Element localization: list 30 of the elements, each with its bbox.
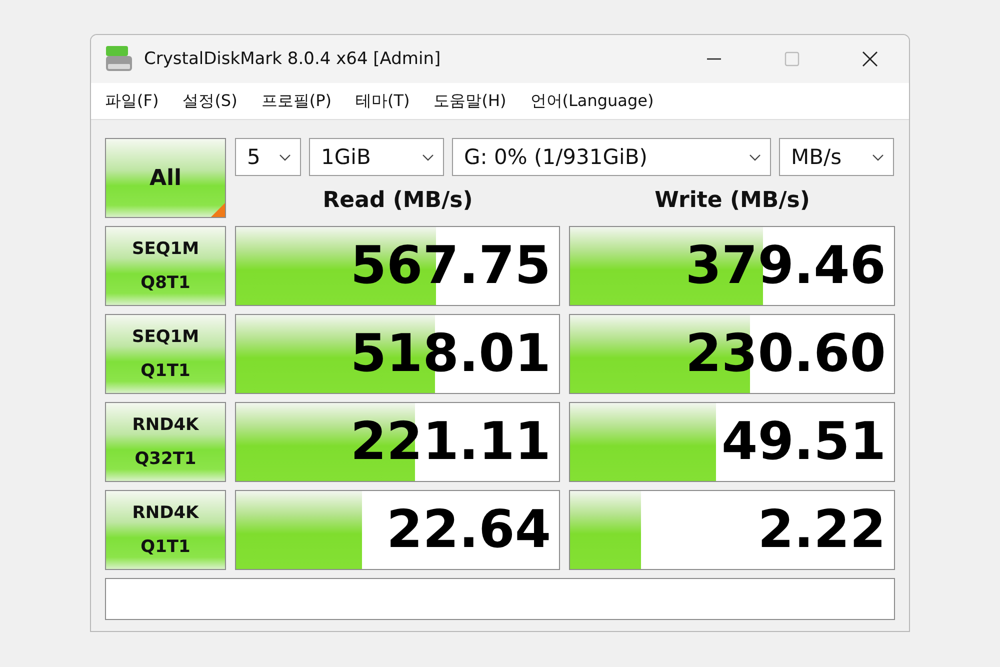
- test-button[interactable]: SEQ1M Q8T1: [105, 226, 226, 306]
- close-icon: [862, 51, 878, 67]
- disk-drive-icon: [104, 45, 134, 73]
- result-value: 22.64: [386, 500, 552, 560]
- test-button[interactable]: RND4K Q32T1: [105, 402, 226, 482]
- chevron-down-icon: [279, 154, 291, 160]
- menu-item[interactable]: 언어(Language): [522, 90, 662, 112]
- test-button[interactable]: SEQ1M Q1T1: [105, 314, 226, 394]
- result-value: 2.22: [758, 500, 887, 560]
- chevron-down-icon: [422, 154, 434, 160]
- dropdown[interactable]: G: 0% (1/931GiB): [452, 138, 771, 176]
- minimize-icon: [706, 58, 722, 60]
- column-header: Write (MB/s): [654, 186, 811, 212]
- comment-field[interactable]: [105, 578, 895, 620]
- column-header: Read (MB/s): [322, 186, 474, 212]
- menu-item[interactable]: 설정(S): [174, 90, 246, 112]
- result-value: 49.51: [722, 412, 887, 472]
- menu-item[interactable]: 테마(T): [347, 90, 418, 112]
- maximize-icon: [784, 51, 800, 67]
- menu-item[interactable]: 도움말(H): [426, 90, 514, 112]
- chevron-down-icon: [749, 154, 761, 160]
- dropdown[interactable]: 1GiB: [309, 138, 444, 176]
- menu-item[interactable]: 프로필(P): [253, 90, 340, 112]
- run-all-button[interactable]: All: [105, 138, 226, 218]
- test-button[interactable]: RND4K Q1T1: [105, 490, 226, 570]
- window-title: CrystalDiskMark 8.0.4 x64 [Admin]: [144, 49, 441, 69]
- chevron-down-icon: [872, 154, 884, 160]
- menu-item[interactable]: 파일(F): [97, 90, 167, 112]
- dropdown[interactable]: 5: [235, 138, 301, 176]
- dropdown[interactable]: MB/s: [779, 138, 894, 176]
